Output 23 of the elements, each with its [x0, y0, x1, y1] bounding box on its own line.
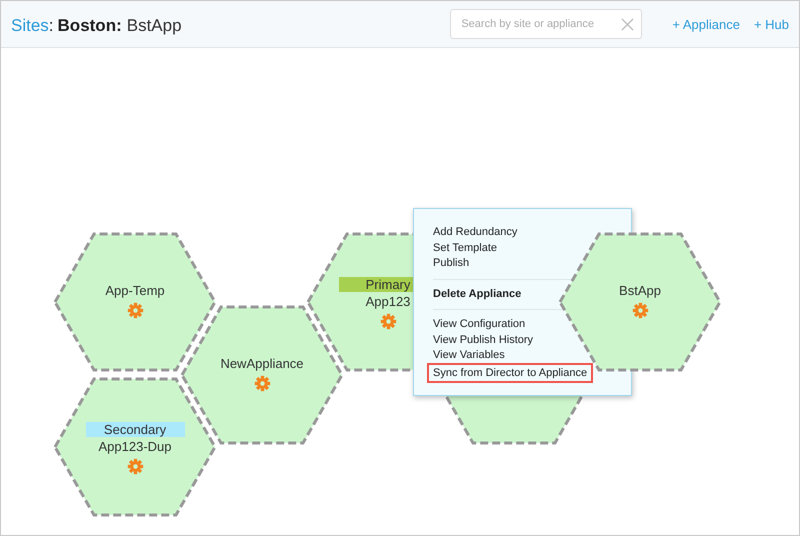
appliance-name: App123 — [366, 294, 410, 309]
gear-icon[interactable] — [254, 375, 270, 392]
menu-item[interactable]: Sync from Director to Appliance — [427, 362, 594, 382]
gear-icon[interactable] — [632, 302, 648, 319]
page-title: BstApp — [126, 16, 182, 35]
search-field[interactable]: Search by site or appliance — [450, 9, 642, 39]
menu-item[interactable]: View Configuration — [433, 317, 526, 332]
gear-icon[interactable] — [126, 302, 144, 319]
menu-item[interactable]: Add Redundancy — [433, 225, 518, 240]
appliance-name: BstApp — [619, 283, 661, 298]
menu-item[interactable]: View Publish History — [433, 332, 534, 348]
gear-icon[interactable] — [126, 458, 144, 475]
breadcrumb-item: Boston: — [58, 16, 122, 35]
close-icon[interactable] — [621, 18, 634, 31]
gear-icon[interactable] — [380, 313, 396, 330]
appliance-name: App123-Dup — [98, 439, 172, 454]
menu-item[interactable]: View Variables — [433, 348, 505, 364]
menu-item[interactable]: Set Template — [433, 240, 498, 256]
appliance-name: NewAppliance — [220, 356, 304, 371]
menu-item[interactable]: Publish — [433, 256, 470, 272]
appliance-name: App-Temp — [105, 283, 165, 298]
role-tag: Secondary — [86, 422, 184, 437]
breadcrumb-separator: : — [48, 16, 54, 35]
